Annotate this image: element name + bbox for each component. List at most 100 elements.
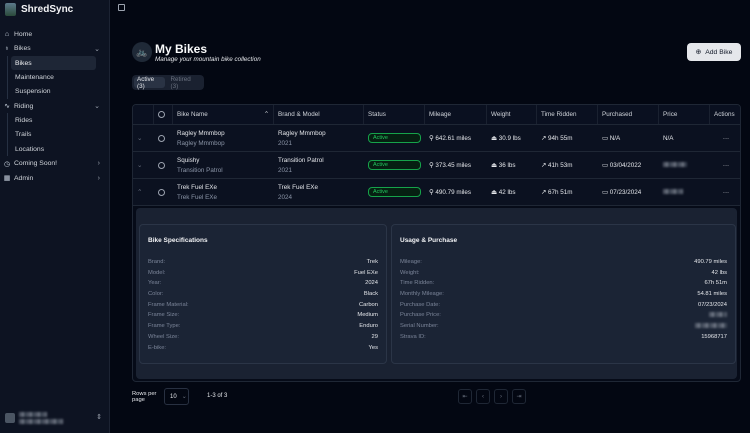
detail-label: Color: [148, 291, 164, 298]
sidebar-item-suspension[interactable]: Suspension [11, 85, 110, 99]
col-purchased[interactable]: Purchased [598, 105, 659, 124]
price [659, 188, 710, 196]
detail-label: Time Ridden: [400, 280, 435, 287]
sidebar-item-trails[interactable]: Trails [11, 128, 110, 142]
tab-active[interactable]: Active (3) [134, 76, 166, 90]
detail-row: Wheel Size: 29 [148, 334, 378, 345]
col-mileage[interactable]: Mileage [425, 105, 487, 124]
col-time[interactable]: Time Ridden [537, 105, 598, 124]
brand-model: Transition Patrol [278, 156, 324, 164]
specs-card: Bike Specifications Brand: Trek Model: Fuel… [139, 224, 387, 364]
user-name-blurred [19, 412, 47, 417]
calendar-icon: ▭ [602, 161, 608, 169]
page-title: My Bikes [155, 42, 208, 56]
rows-per-page-select[interactable]: 10 ⌄ [164, 388, 189, 405]
detail-value: 29 [371, 333, 378, 340]
detail-row: Frame Size: Medium [148, 312, 378, 323]
brand-model: Trek Fuel EXe [278, 183, 319, 191]
usage-title: Usage & Purchase [400, 237, 458, 244]
tab-retired[interactable]: Retired (3) [167, 76, 202, 90]
add-bike-button[interactable]: ⊕ Add Bike [687, 43, 741, 61]
sidebar: ShredSync ⌂ Home ♁ Bikes ⌄ Bikes Maintenance Su… [0, 0, 110, 433]
time-ridden: 67h 51m [548, 188, 573, 196]
detail-label: Year: [148, 280, 162, 287]
sidebar-item-admin[interactable]: ▦ Admin › [0, 171, 110, 186]
table-row[interactable]: ⌄ Ragley Mmmbop Ragley Mmmbop Ragley Mmmb… [133, 125, 740, 152]
select-all-checkbox[interactable] [158, 111, 165, 118]
more-actions-icon[interactable]: ··· [710, 162, 740, 169]
weight: 36 lbs [498, 161, 516, 169]
last-page-button[interactable]: ⇥ [512, 389, 526, 404]
col-bike-name[interactable]: Bike Name ⌃ [173, 105, 274, 124]
detail-row: Purchase Date: 07/23/2024 [400, 302, 727, 313]
rows-per-page-label: Rows per page [132, 391, 157, 403]
detail-label: Frame Material: [148, 301, 189, 308]
row-checkbox[interactable] [158, 134, 165, 142]
chevron-down-icon[interactable]: ⌄ [133, 135, 154, 142]
detail-label: E-bike: [148, 344, 167, 351]
more-actions-icon[interactable]: ··· [710, 135, 740, 142]
detail-row: Strava ID: 15968717 [400, 334, 727, 345]
detail-value: 42 lbs [711, 269, 727, 276]
detail-row: Color: Black [148, 291, 378, 302]
detail-row: Weight: 42 lbs [400, 270, 727, 281]
detail-label: Frame Type: [148, 323, 181, 330]
time-ridden: 94h 55m [548, 134, 573, 142]
first-page-button[interactable]: ⇤ [458, 389, 472, 404]
detail-value: Carbon [358, 301, 378, 308]
table-row[interactable]: ⌄ Squishy Transition Patrol Transition Pa… [133, 152, 740, 179]
price-blurred [663, 188, 683, 194]
prev-page-button[interactable]: ‹ [476, 389, 490, 404]
sidebar-toggle-icon[interactable] [118, 4, 125, 11]
detail-value: 54.81 miles [697, 291, 727, 298]
more-actions-icon[interactable]: ··· [710, 189, 740, 196]
detail-label: Brand: [148, 259, 166, 265]
sidebar-item-maintenance[interactable]: Maintenance [11, 70, 110, 84]
sort-asc-icon: ⌃ [263, 111, 269, 118]
clock-icon: ◷ [3, 160, 11, 168]
activity-icon: ∿ [4, 103, 10, 111]
trending-up-icon: ↗ [541, 188, 547, 196]
chevron-up-icon[interactable]: ⌃ [133, 189, 154, 196]
col-price[interactable]: Price [659, 105, 710, 124]
detail-row: Serial Number: [400, 323, 727, 334]
col-brand[interactable]: Brand & Model [274, 105, 364, 124]
bikes-table: Bike Name ⌃ Brand & Model Status Mileage … [132, 104, 741, 382]
mileage: 490.79 miles [435, 188, 472, 196]
sidebar-item-home[interactable]: ⌂ Home [0, 27, 110, 42]
sidebar-item-coming-soon[interactable]: ◷ Coming Soon! › [0, 156, 110, 171]
bike-subname: Trek Fuel EXe [177, 193, 218, 201]
detail-label: Purchase Date: [400, 301, 440, 308]
bike-year: 2024 [278, 193, 293, 201]
user-email-blurred [19, 419, 63, 424]
chevron-down-icon: ⌄ [94, 103, 100, 111]
map-pin-icon: ⚲ [429, 161, 434, 169]
sidebar-item-bikes[interactable]: ♁ Bikes ⌄ [0, 42, 110, 57]
next-page-button[interactable]: › [494, 389, 508, 404]
col-weight[interactable]: Weight [487, 105, 537, 124]
chevron-down-icon: ⌄ [94, 45, 100, 53]
map-pin-icon: ⚲ [429, 134, 434, 142]
sidebar-item-bikes[interactable]: Bikes [11, 56, 96, 71]
sidebar-item-riding[interactable]: ∿ Riding ⌄ [0, 99, 110, 114]
detail-value: 490.79 miles [694, 259, 727, 265]
user-menu[interactable]: ⇕ [4, 411, 104, 425]
detail-row: Frame Material: Carbon [148, 302, 378, 313]
detail-row: Frame Type: Enduro [148, 323, 378, 334]
sidebar-item-locations[interactable]: Locations [11, 142, 110, 156]
row-checkbox[interactable] [158, 161, 165, 169]
row-checkbox[interactable] [158, 188, 165, 196]
col-status[interactable]: Status [364, 105, 425, 124]
chevron-down-icon[interactable]: ⌄ [133, 162, 154, 169]
detail-row: Mileage: 490.79 miles [400, 259, 727, 270]
grid-icon: ▦ [3, 175, 11, 183]
detail-value: Fuel EXe [354, 269, 378, 276]
bike-subname: Ragley Mmmbop [177, 139, 225, 147]
detail-value: 2024 [365, 280, 378, 287]
table-row[interactable]: ⌃ Trek Fuel EXe Trek Fuel EXe Trek Fuel E… [133, 179, 740, 206]
sidebar-item-rides[interactable]: Rides [11, 113, 110, 127]
time-ridden: 41h 53m [548, 161, 573, 169]
app-logo [5, 3, 16, 16]
chevron-right-icon: › [97, 174, 100, 182]
specs-title: Bike Specifications [148, 237, 208, 244]
